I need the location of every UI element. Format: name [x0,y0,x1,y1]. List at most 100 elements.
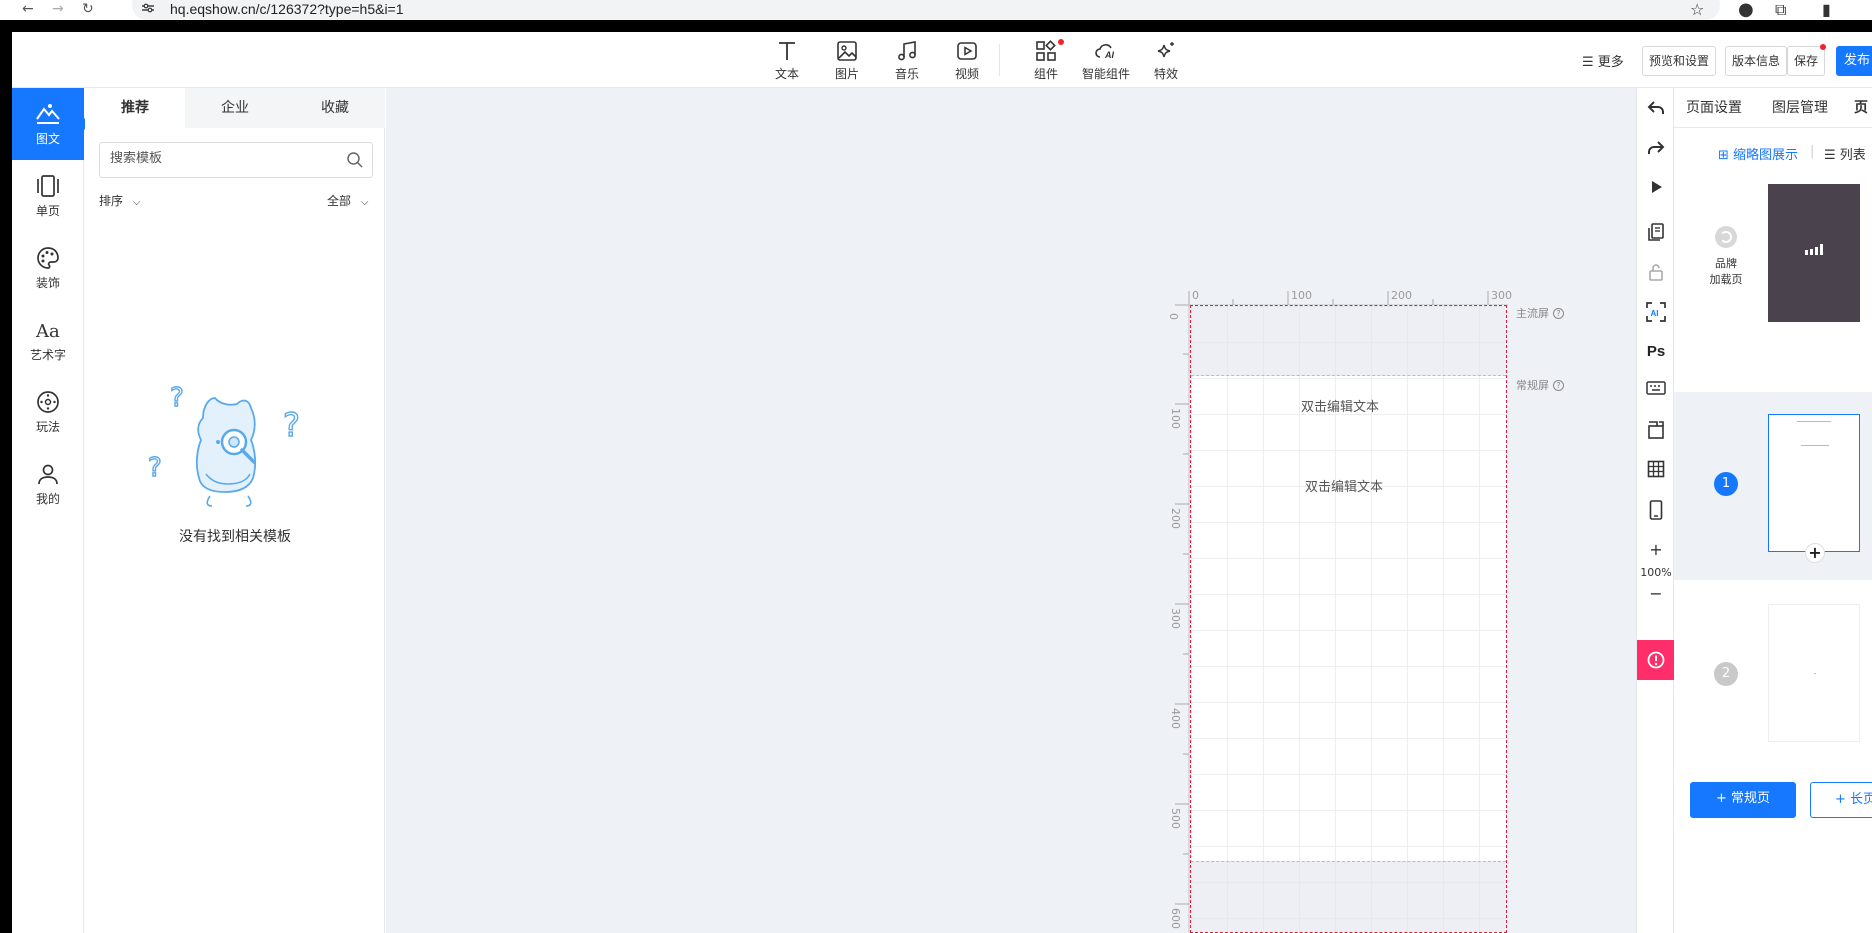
ruler-h-label: 0 [1192,289,1199,302]
device-preview-button[interactable] [1637,500,1675,520]
play-icon [1652,181,1662,193]
tool-ai-component-label: 智能组件 [1081,67,1130,81]
canvas-text-element[interactable]: 双击编辑文本 [1301,396,1379,415]
tab-recommended[interactable]: 推荐 [85,88,185,128]
tool-text[interactable]: 文本 [759,40,815,82]
page-number-badge: 2 [1714,662,1738,686]
bookmark-star-icon[interactable]: ☆ [1690,0,1704,19]
undo-button[interactable] [1637,100,1675,116]
nav-item-mine[interactable]: 我的 [12,448,84,520]
publish-button[interactable]: 发布 [1836,46,1872,76]
tool-image[interactable]: 图片 [819,40,875,82]
save-button[interactable]: 保存 [1787,44,1827,76]
tool-image-label: 图片 [834,67,859,81]
top-toolbar: 文本 图片 音乐 视频 组件 AI 智能组件 特效 ☰ 更多 预览和设置 版本信… [12,32,1872,88]
copy-page-button[interactable] [1637,222,1675,242]
tab-favorites[interactable]: 收藏 [285,88,385,128]
ai-recognize-button[interactable]: AI [1637,302,1675,322]
ai-cloud-icon: AI [1095,44,1114,60]
page-panel: 页面设置 图层管理 页 ⊞ 缩略图展示 | ☰ 列表 品牌 加载页 1 + 2 … [1674,88,1872,933]
layer-icon [1648,421,1664,439]
tab-enterprise[interactable]: 企业 [185,88,285,128]
top-safe-area [1191,306,1506,376]
tool-effects[interactable]: 特效 [1138,40,1194,82]
brand-loading-page-row[interactable]: 品牌 加载页 [1674,178,1872,333]
help-icon[interactable]: ? [1553,308,1564,319]
tab-page-settings[interactable]: 页面设置 [1686,88,1742,128]
page-number-badge: 1 [1714,472,1738,496]
save-unsaved-dot [1820,44,1827,50]
lock-button[interactable] [1637,262,1675,282]
nav-item-graphic-text[interactable]: 图文 [12,88,90,160]
undo-icon [1647,101,1664,114]
extensions-puzzle-icon[interactable]: ⧉ [1775,0,1786,20]
play-preview-button[interactable] [1637,180,1675,194]
tool-video[interactable]: 视频 [939,40,995,82]
nav-item-single-page[interactable]: 单页 [12,160,84,232]
help-icon[interactable]: ? [1553,380,1564,391]
add-long-page-button[interactable]: + 长页 [1810,782,1872,818]
tool-ai-component[interactable]: AI 智能组件 [1078,40,1134,82]
thumbnail-view-toggle[interactable]: ⊞ 缩略图展示 [1718,144,1798,163]
template-search-box [99,142,373,178]
add-normal-page-button[interactable]: + 常规页 [1690,782,1796,818]
nav-item-decoration[interactable]: 装饰 [12,232,84,304]
grid-toggle-button[interactable] [1637,460,1675,478]
music-icon [898,41,916,61]
zoom-in-button[interactable]: + [1637,540,1675,559]
page-1-thumbnail[interactable]: + [1768,414,1860,563]
list-view-toggle[interactable]: ☰ 列表 [1824,144,1866,163]
nav-item-label: 装饰 [35,276,60,290]
brand-page-thumbnail[interactable] [1768,184,1860,322]
back-icon[interactable]: ← [22,1,34,17]
version-info-button[interactable]: 版本信息 [1725,46,1788,76]
phone-icon [1649,500,1663,520]
add-page-after-button[interactable]: + [1805,543,1825,563]
nav-item-gameplay[interactable]: 玩法 [12,376,84,448]
tool-music-label: 音乐 [894,67,919,81]
search-icon[interactable] [346,151,364,169]
layer-order-button[interactable] [1637,420,1675,440]
thumbnail-view-label: 缩略图展示 [1733,148,1799,163]
filter-dropdown[interactable]: 全部 ⌵ [327,192,368,209]
side-panel-icon[interactable]: ▮ [1822,0,1831,19]
forward-icon[interactable]: → [52,1,64,17]
template-tabs: 推荐 企业 收藏 [85,88,385,128]
extension-o-icon[interactable]: ● [1738,0,1754,20]
site-settings-icon[interactable] [142,3,154,13]
tool-video-label: 视频 [954,67,979,81]
ruler-v-label: 0 [1167,313,1180,320]
page-row-1[interactable]: 1 + [1674,392,1872,580]
canvas-text-element[interactable]: 双击编辑文本 [1305,476,1383,495]
ps-import-button[interactable]: Ps [1637,343,1675,360]
alert-button[interactable] [1637,640,1675,680]
svg-text:AI: AI [1104,50,1114,60]
reload-icon[interactable]: ↻ [82,1,94,17]
zoom-out-button[interactable]: − [1637,584,1675,603]
tab-layer-management[interactable]: 图层管理 [1772,88,1828,128]
main-screen-label: 主流屏? [1516,305,1564,321]
page-row-2[interactable]: 2 [1674,580,1872,766]
editor-app: 文本 图片 音乐 视频 组件 AI 智能组件 特效 ☰ 更多 预览和设置 版本信… [12,32,1872,933]
brand-page-toggle-icon[interactable] [1715,226,1737,248]
canvas-area[interactable]: 0 100 200 300 0 100 200 300 400 500 600 … [386,88,1636,933]
page-2-thumbnail[interactable] [1768,604,1860,742]
preview-settings-button[interactable]: 预览和设置 [1642,46,1717,76]
grid-icon [1647,460,1665,478]
list-icon: ☰ [1582,55,1594,70]
tool-music[interactable]: 音乐 [879,40,935,82]
svg-text:?: ? [170,383,184,413]
tab-pages[interactable]: 页 [1854,88,1868,128]
empty-result-text: 没有找到相关模板 [179,529,291,545]
more-button[interactable]: ☰ 更多 [1582,51,1624,70]
keyboard-shortcuts-button[interactable] [1637,380,1675,396]
zoom-level: 100% [1640,566,1672,579]
redo-button[interactable] [1637,140,1675,156]
phone-canvas[interactable]: 双击编辑文本 双击编辑文本 [1190,305,1507,933]
nav-item-art-text[interactable]: Aa 艺术字 [12,304,84,376]
main-screen-text: 主流屏 [1516,307,1549,320]
tool-component[interactable]: 组件 [1018,39,1074,82]
template-search-input[interactable] [110,151,330,166]
sort-dropdown[interactable]: 排序 ⌵ [99,192,140,209]
normal-screen-text: 常规屏 [1516,379,1549,392]
